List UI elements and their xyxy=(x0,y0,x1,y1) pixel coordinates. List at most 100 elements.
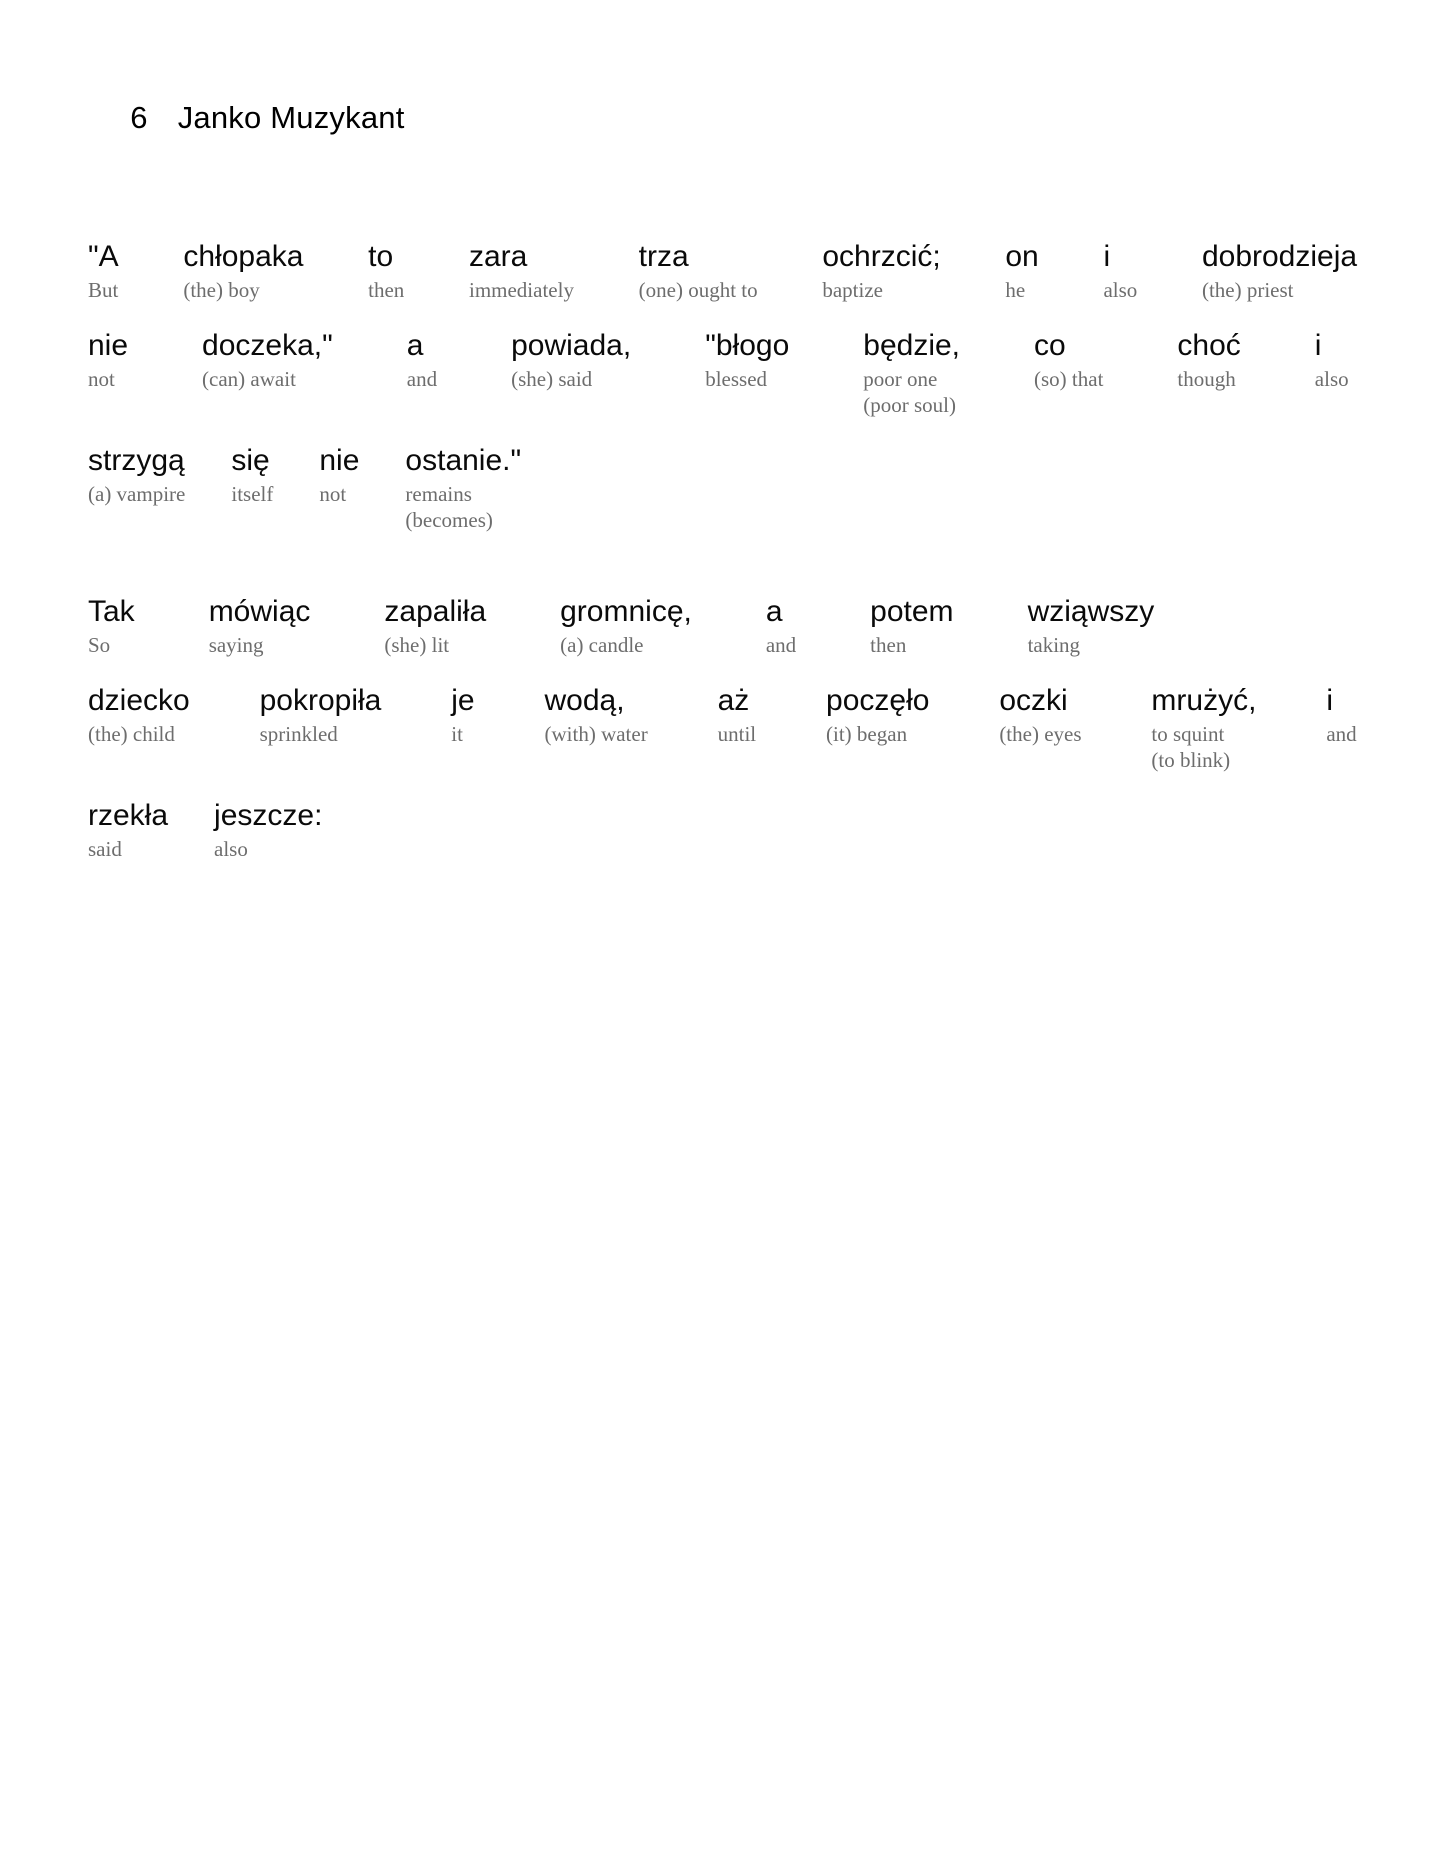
gloss-word: (can) await xyxy=(202,366,296,391)
source-word: nie xyxy=(319,443,360,477)
word-gloss-pair: doczeka," (can) await xyxy=(202,329,333,392)
gloss-word: sprinkled xyxy=(259,721,338,746)
word-gloss-pair: i also xyxy=(1103,240,1137,303)
gloss-alternate: (becomes) xyxy=(405,507,493,532)
source-word: "A xyxy=(88,239,119,273)
word-gloss-pair: i also xyxy=(1315,329,1349,392)
gloss-alternate: (poor soul) xyxy=(863,392,957,417)
word-gloss-pair: strzygą (a) vampire xyxy=(88,444,185,507)
gloss-word: (the) child xyxy=(88,721,175,746)
gloss-word: blessed xyxy=(705,366,768,391)
source-word: potem xyxy=(870,594,954,628)
interlinear-line: dziecko (the) child pokropiła sprinkled je it… xyxy=(88,684,1357,773)
source-word: choć xyxy=(1177,328,1241,362)
word-gloss-pair: ostanie." remains (becomes) xyxy=(405,444,521,533)
gloss-word: itself xyxy=(231,481,274,506)
word-gloss-pair: co (so) that xyxy=(1034,329,1103,392)
gloss-word: though xyxy=(1177,366,1236,391)
source-word: a xyxy=(765,594,783,628)
source-word: doczeka," xyxy=(202,328,333,362)
source-word: on xyxy=(1005,239,1039,273)
source-word: dobrodzieja xyxy=(1201,239,1358,273)
source-word: i xyxy=(1103,239,1111,273)
running-head: 6 Janko Muzykant xyxy=(95,62,1357,174)
source-word: i xyxy=(1314,328,1322,362)
gloss-word: it xyxy=(451,721,463,746)
source-word: je xyxy=(451,683,475,717)
word-gloss-pair: będzie, poor one (poor soul) xyxy=(863,329,960,418)
source-word: wziąwszy xyxy=(1027,594,1155,628)
source-word: jeszcze: xyxy=(214,798,323,832)
word-gloss-pair: on he xyxy=(1005,240,1038,303)
source-word: będzie, xyxy=(863,328,961,362)
source-word: mówiąc xyxy=(208,594,311,628)
source-word: "błogo xyxy=(705,328,790,362)
page-number: 6 xyxy=(130,100,148,136)
word-gloss-pair: ochrzcić; baptize xyxy=(822,240,940,303)
word-gloss-pair: Tak So xyxy=(88,595,135,658)
word-gloss-pair: zara immediately xyxy=(469,240,574,303)
word-gloss-pair: nie not xyxy=(319,444,359,507)
interlinear-line: "A But chłopaka (the) boy to then zara immediat… xyxy=(88,240,1357,303)
word-gloss-pair: jeszcze: also xyxy=(214,799,322,862)
gloss-word: (she) said xyxy=(511,366,593,391)
source-word: poczęło xyxy=(826,683,930,717)
source-word: trza xyxy=(638,239,689,273)
gloss-word: (a) vampire xyxy=(88,481,186,506)
source-word: co xyxy=(1034,328,1066,362)
source-word: pokropiła xyxy=(259,683,382,717)
source-word: Tak xyxy=(88,594,135,628)
source-word: gromnicę, xyxy=(560,594,692,628)
gloss-word: But xyxy=(88,277,119,302)
gloss-word: (she) lit xyxy=(384,632,450,657)
word-gloss-pair: poczęło (it) began xyxy=(826,684,929,747)
word-gloss-pair: "błogo blessed xyxy=(705,329,789,392)
gloss-word: then xyxy=(368,277,405,302)
gloss-word: also xyxy=(214,836,248,861)
source-word: ochrzcić; xyxy=(822,239,941,273)
stanza: Tak So mówiąc saying zapaliła (she) lit gromni… xyxy=(88,595,1357,862)
interlinear-body: "A But chłopaka (the) boy to then zara immediat… xyxy=(88,240,1357,862)
source-word: strzygą xyxy=(88,443,185,477)
gloss-word: he xyxy=(1005,277,1026,302)
gloss-word: (the) boy xyxy=(183,277,260,302)
gloss-word: then xyxy=(870,632,907,657)
gloss-word: (with) water xyxy=(544,721,648,746)
gloss-word: and xyxy=(765,632,797,657)
word-gloss-pair: trza (one) ought to xyxy=(639,240,758,303)
source-word: a xyxy=(406,328,424,362)
stanza: "A But chłopaka (the) boy to then zara immediat… xyxy=(88,240,1357,533)
gloss-word: baptize xyxy=(822,277,883,302)
page: 6 Janko Muzykant "A But chłopaka (the) boy to… xyxy=(0,0,1445,1867)
source-word: dziecko xyxy=(88,683,190,717)
page-title: Janko Muzykant xyxy=(177,100,405,136)
word-gloss-pair: dziecko (the) child xyxy=(88,684,190,747)
word-gloss-pair: je it xyxy=(451,684,474,747)
source-word: zara xyxy=(468,239,528,273)
interlinear-line: strzygą (a) vampire się itself nie not ostanie… xyxy=(88,444,1357,533)
gloss-word: (so) that xyxy=(1034,366,1104,391)
interlinear-line: Tak So mówiąc saying zapaliła (she) lit gromni… xyxy=(88,595,1357,658)
word-gloss-pair: chłopaka (the) boy xyxy=(183,240,303,303)
word-gloss-pair: a and xyxy=(407,329,437,392)
word-gloss-pair: wodą, (with) water xyxy=(545,684,648,747)
gloss-word: and xyxy=(1326,721,1357,746)
gloss-word: taking xyxy=(1027,632,1081,657)
source-word: rzekła xyxy=(88,798,169,832)
word-gloss-pair: mrużyć, to squint (to blink) xyxy=(1151,684,1256,773)
word-gloss-pair: się itself xyxy=(231,444,273,507)
gloss-word: not xyxy=(88,366,115,391)
word-gloss-pair: oczki (the) eyes xyxy=(999,684,1081,747)
source-word: nie xyxy=(88,328,129,362)
word-gloss-pair: powiada, (she) said xyxy=(511,329,631,392)
gloss-word: to squint (to blink) xyxy=(1151,721,1231,772)
gloss-word: until xyxy=(717,721,757,746)
gloss-word: remains (becomes) xyxy=(405,481,493,532)
source-word: i xyxy=(1326,683,1333,717)
word-gloss-pair: nie not xyxy=(88,329,128,392)
source-word: chłopaka xyxy=(183,239,304,273)
word-gloss-pair: choć though xyxy=(1177,329,1240,392)
source-word: oczki xyxy=(999,683,1068,717)
gloss-word: not xyxy=(319,481,347,506)
gloss-word: (a) candle xyxy=(560,632,644,657)
